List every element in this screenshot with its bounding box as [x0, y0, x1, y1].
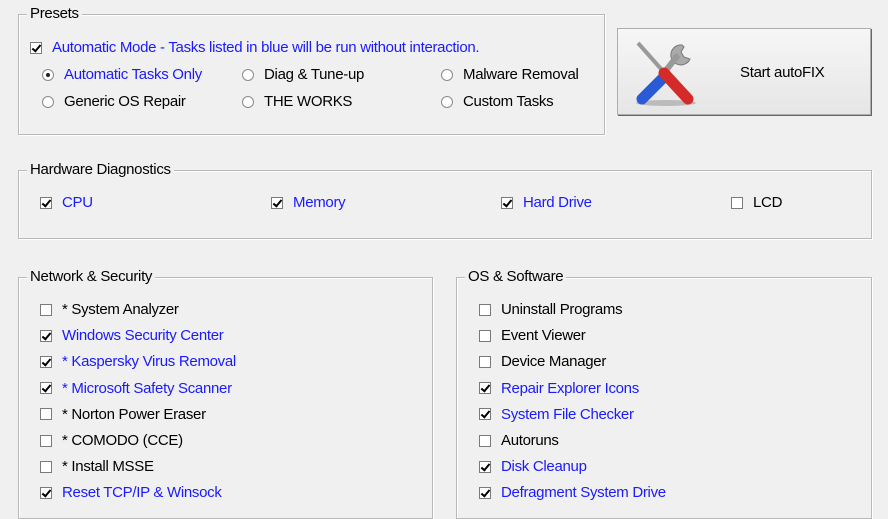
checkbox-reset-tcp-ip-winsock-label: Reset TCP/IP & Winsock	[62, 484, 222, 502]
checkbox-disk-cleanup[interactable]: Disk Cleanup	[479, 458, 587, 475]
radio-circle[interactable]	[242, 95, 254, 108]
checkbox-uninstall-programs-label: Uninstall Programs	[501, 301, 623, 318]
hardware-title: Hardware Diagnostics	[27, 161, 174, 178]
radio-the-works-label: THE WORKS	[264, 93, 353, 110]
checkbox-device-manager-label: Device Manager	[501, 353, 607, 371]
checkbox-lcd-label: LCD	[753, 194, 783, 211]
checkbox-box[interactable]	[479, 408, 491, 421]
checkbox-memory[interactable]: Memory	[271, 194, 346, 211]
checkbox-box[interactable]	[30, 41, 42, 54]
checkbox-windows-security-center-label: Windows Security Center	[62, 327, 224, 345]
checkbox-box[interactable]	[479, 303, 491, 316]
checkbox-box[interactable]	[731, 196, 743, 209]
checkbox-install-msse-label: * Install MSSE	[62, 458, 154, 476]
radio-diag-tune-up[interactable]: Diag & Tune-up	[242, 66, 364, 83]
radio-circle[interactable]	[242, 68, 254, 81]
checkbox-box[interactable]	[40, 303, 52, 316]
checkbox-box[interactable]	[479, 434, 491, 447]
network-title: Network & Security	[27, 268, 156, 285]
checkbox-windows-security-center[interactable]: Windows Security Center	[40, 327, 224, 344]
radio-diag-tune-up-label: Diag & Tune-up	[264, 66, 365, 83]
tools-icon	[636, 41, 696, 106]
checkbox-hard-drive-label: Hard Drive	[523, 194, 592, 211]
radio-custom-tasks-label: Custom Tasks	[463, 93, 554, 110]
start-autofix-label: Start autoFIX	[740, 64, 825, 81]
checkbox-event-viewer[interactable]: Event Viewer	[479, 327, 586, 344]
radio-circle[interactable]	[441, 68, 453, 81]
checkbox-memory-label: Memory	[293, 194, 346, 211]
checkbox-box[interactable]	[479, 486, 491, 499]
checkbox-box[interactable]	[479, 329, 491, 342]
radio-automatic-tasks-only[interactable]: Automatic Tasks Only	[42, 66, 202, 83]
start-autofix-button[interactable]: Start autoFIX	[617, 28, 871, 115]
radio-circle[interactable]	[441, 95, 453, 108]
checkbox-kaspersky-virus-removal[interactable]: * Kaspersky Virus Removal	[40, 353, 236, 370]
checkbox-norton-power-eraser-label: * Norton Power Eraser	[62, 405, 206, 423]
checkbox-box[interactable]	[40, 196, 52, 209]
checkbox-norton-power-eraser[interactable]: * Norton Power Eraser	[40, 406, 206, 423]
radio-circle[interactable]	[42, 68, 54, 81]
automatic-mode-checkbox[interactable]: Automatic Mode - Tasks listed in blue wi…	[30, 39, 480, 56]
checkbox-microsoft-safety-scanner-label: * Microsoft Safety Scanner	[62, 379, 232, 397]
checkbox-autoruns[interactable]: Autoruns	[479, 432, 559, 449]
checkbox-lcd[interactable]: LCD	[731, 194, 782, 211]
checkbox-event-viewer-label: Event Viewer	[501, 327, 586, 345]
checkbox-system-analyzer-label: * System Analyzer	[62, 301, 179, 318]
checkbox-hard-drive[interactable]: Hard Drive	[501, 194, 592, 211]
checkbox-reset-tcp-ip-winsock[interactable]: Reset TCP/IP & Winsock	[40, 484, 222, 501]
checkbox-system-analyzer[interactable]: * System Analyzer	[40, 301, 179, 318]
checkbox-autoruns-label: Autoruns	[501, 432, 559, 449]
checkbox-system-file-checker-label: System File Checker	[501, 405, 634, 423]
checkbox-box[interactable]	[40, 382, 52, 395]
checkbox-microsoft-safety-scanner[interactable]: * Microsoft Safety Scanner	[40, 380, 232, 397]
checkbox-box[interactable]	[271, 196, 283, 209]
checkbox-box[interactable]	[40, 355, 52, 368]
checkbox-repair-explorer-icons-label: Repair Explorer Icons	[501, 379, 639, 397]
checkbox-defragment-system-drive-label: Defragment System Drive	[501, 484, 666, 502]
radio-circle[interactable]	[42, 95, 54, 108]
checkbox-box[interactable]	[40, 486, 52, 499]
checkbox-cpu[interactable]: CPU	[40, 194, 93, 211]
checkbox-uninstall-programs[interactable]: Uninstall Programs	[479, 301, 623, 318]
radio-generic-os-repair[interactable]: Generic OS Repair	[42, 93, 186, 110]
checkbox-repair-explorer-icons[interactable]: Repair Explorer Icons	[479, 380, 639, 397]
checkbox-box[interactable]	[479, 460, 491, 473]
presets-title: Presets	[27, 5, 82, 22]
checkbox-box[interactable]	[40, 329, 52, 342]
checkbox-box[interactable]	[40, 460, 52, 473]
radio-the-works[interactable]: THE WORKS	[242, 93, 352, 110]
radio-custom-tasks[interactable]: Custom Tasks	[441, 93, 554, 110]
checkbox-box[interactable]	[501, 196, 513, 209]
checkbox-comodo-cce-label: * COMODO (CCE)	[62, 432, 183, 449]
radio-generic-os-repair-label: Generic OS Repair	[64, 93, 186, 110]
checkbox-kaspersky-virus-removal-label: * Kaspersky Virus Removal	[62, 353, 236, 371]
automatic-mode-label: Automatic Mode - Tasks listed in blue wi…	[52, 39, 480, 56]
checkbox-system-file-checker[interactable]: System File Checker	[479, 406, 634, 423]
radio-malware-removal-label: Malware Removal	[463, 66, 579, 83]
checkbox-box[interactable]	[479, 355, 491, 368]
checkbox-comodo-cce[interactable]: * COMODO (CCE)	[40, 432, 183, 449]
checkbox-defragment-system-drive[interactable]: Defragment System Drive	[479, 484, 666, 501]
checkbox-disk-cleanup-label: Disk Cleanup	[501, 458, 587, 476]
radio-automatic-tasks-only-label: Automatic Tasks Only	[64, 66, 202, 83]
checkbox-device-manager[interactable]: Device Manager	[479, 353, 606, 370]
checkbox-install-msse[interactable]: * Install MSSE	[40, 458, 154, 475]
checkbox-box[interactable]	[40, 408, 52, 421]
os-title: OS & Software	[465, 268, 567, 285]
radio-malware-removal[interactable]: Malware Removal	[441, 66, 579, 83]
checkbox-box[interactable]	[479, 382, 491, 395]
checkbox-cpu-label: CPU	[62, 194, 93, 211]
checkbox-box[interactable]	[40, 434, 52, 447]
